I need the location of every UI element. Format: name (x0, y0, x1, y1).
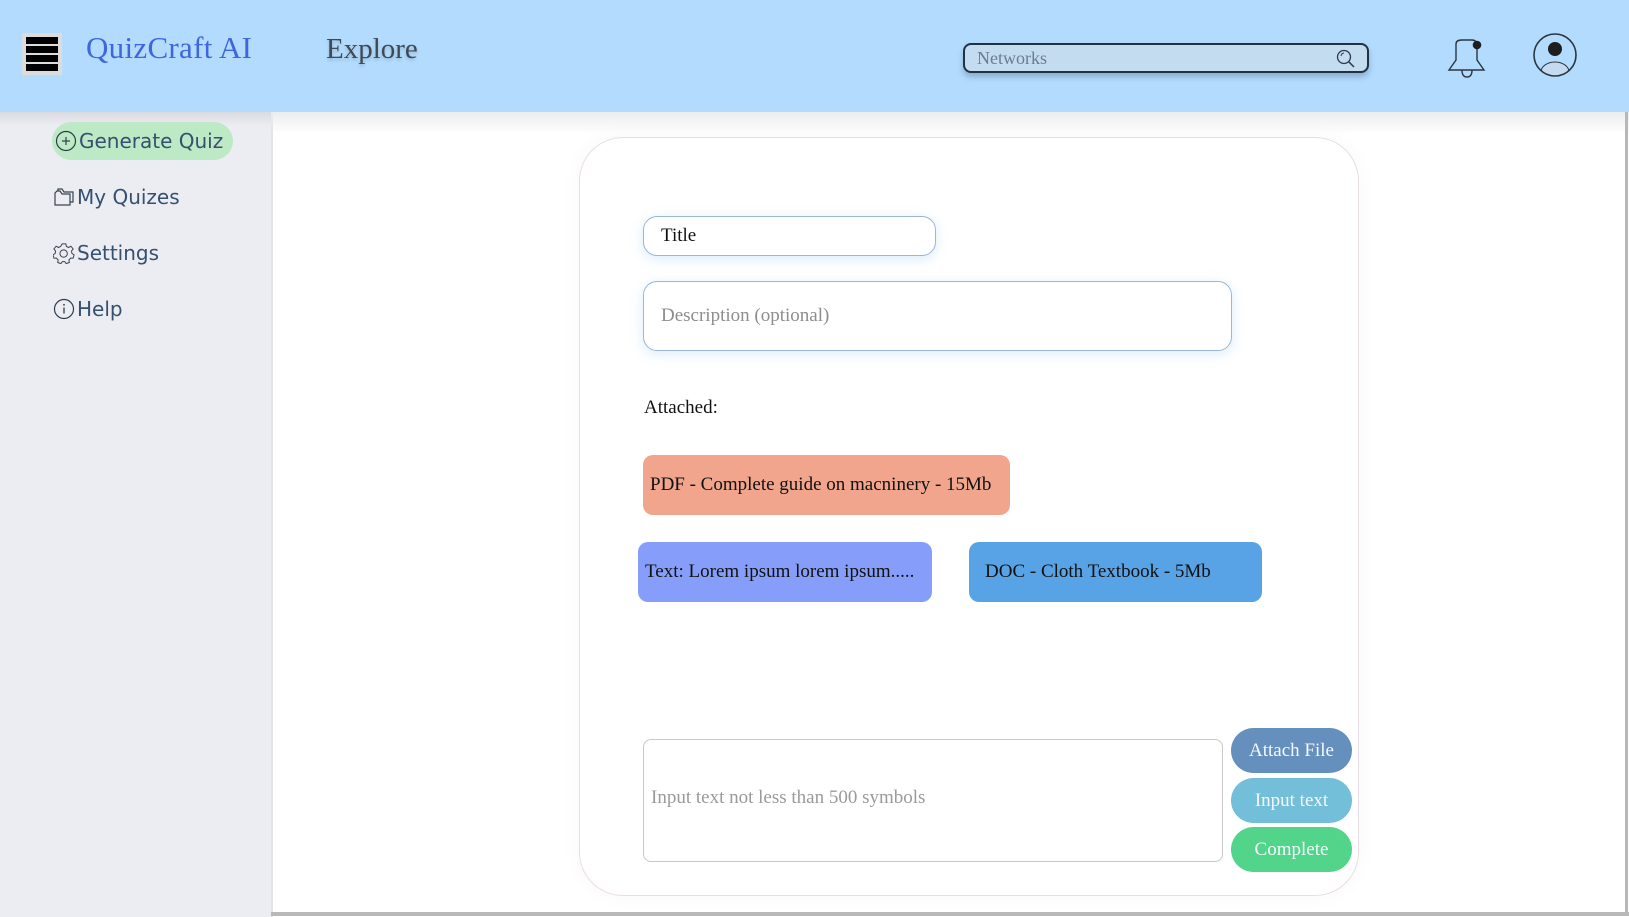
sidebar-item-my-quizes[interactable]: My Quizes (53, 178, 180, 216)
hamburger-bar (26, 46, 58, 53)
sidebar-divider (271, 112, 273, 917)
search-icon[interactable] (1335, 48, 1357, 70)
sidebar-item-generate-quiz[interactable]: Generate Quiz (52, 122, 234, 160)
hamburger-bar (26, 64, 58, 71)
search-bar (963, 43, 1369, 73)
attached-label: Attached: (644, 397, 718, 418)
hamburger-menu-icon[interactable] (22, 33, 62, 75)
attach-file-button[interactable]: Attach File (1231, 728, 1352, 773)
sidebar: Generate Quiz My Quizes Settings Help (0, 112, 271, 917)
app-title[interactable]: QuizCraft AI (86, 30, 252, 66)
hamburger-bar (26, 55, 58, 62)
input-text-button[interactable]: Input text (1231, 778, 1352, 823)
description-input[interactable] (643, 281, 1232, 351)
attachment-doc[interactable]: DOC - Cloth Textbook - 5Mb (969, 542, 1262, 602)
horizontal-scrollbar[interactable] (271, 912, 1629, 916)
sidebar-item-help[interactable]: Help (53, 290, 123, 328)
search-input[interactable] (977, 46, 1317, 70)
top-header: QuizCraft AI Explore (0, 0, 1629, 112)
explore-link[interactable]: Explore (326, 33, 418, 66)
sidebar-item-label: Help (77, 297, 123, 321)
info-icon (53, 298, 75, 320)
header-shadow (271, 112, 1629, 134)
folder-icon (54, 188, 74, 206)
attachment-text[interactable]: Text: Lorem ipsum lorem ipsum..... (638, 542, 932, 602)
sidebar-item-label: Settings (77, 241, 160, 265)
title-input[interactable] (643, 216, 936, 256)
vertical-scrollbar[interactable] (1625, 112, 1628, 912)
attachment-pdf[interactable]: PDF - Complete guide on macninery - 15Mb (643, 455, 1010, 515)
complete-button[interactable]: Complete (1231, 827, 1352, 872)
gear-icon (53, 243, 75, 264)
plus-circle-icon (55, 130, 77, 152)
notification-badge (1472, 40, 1482, 50)
sidebar-item-settings[interactable]: Settings (53, 234, 159, 272)
sidebar-item-label: My Quizes (77, 185, 180, 209)
user-avatar-icon[interactable] (1532, 32, 1578, 78)
bell-icon[interactable] (1444, 36, 1490, 82)
sidebar-item-label: Generate Quiz (79, 129, 224, 153)
source-text-input[interactable] (643, 739, 1223, 862)
hamburger-bar (26, 37, 58, 44)
